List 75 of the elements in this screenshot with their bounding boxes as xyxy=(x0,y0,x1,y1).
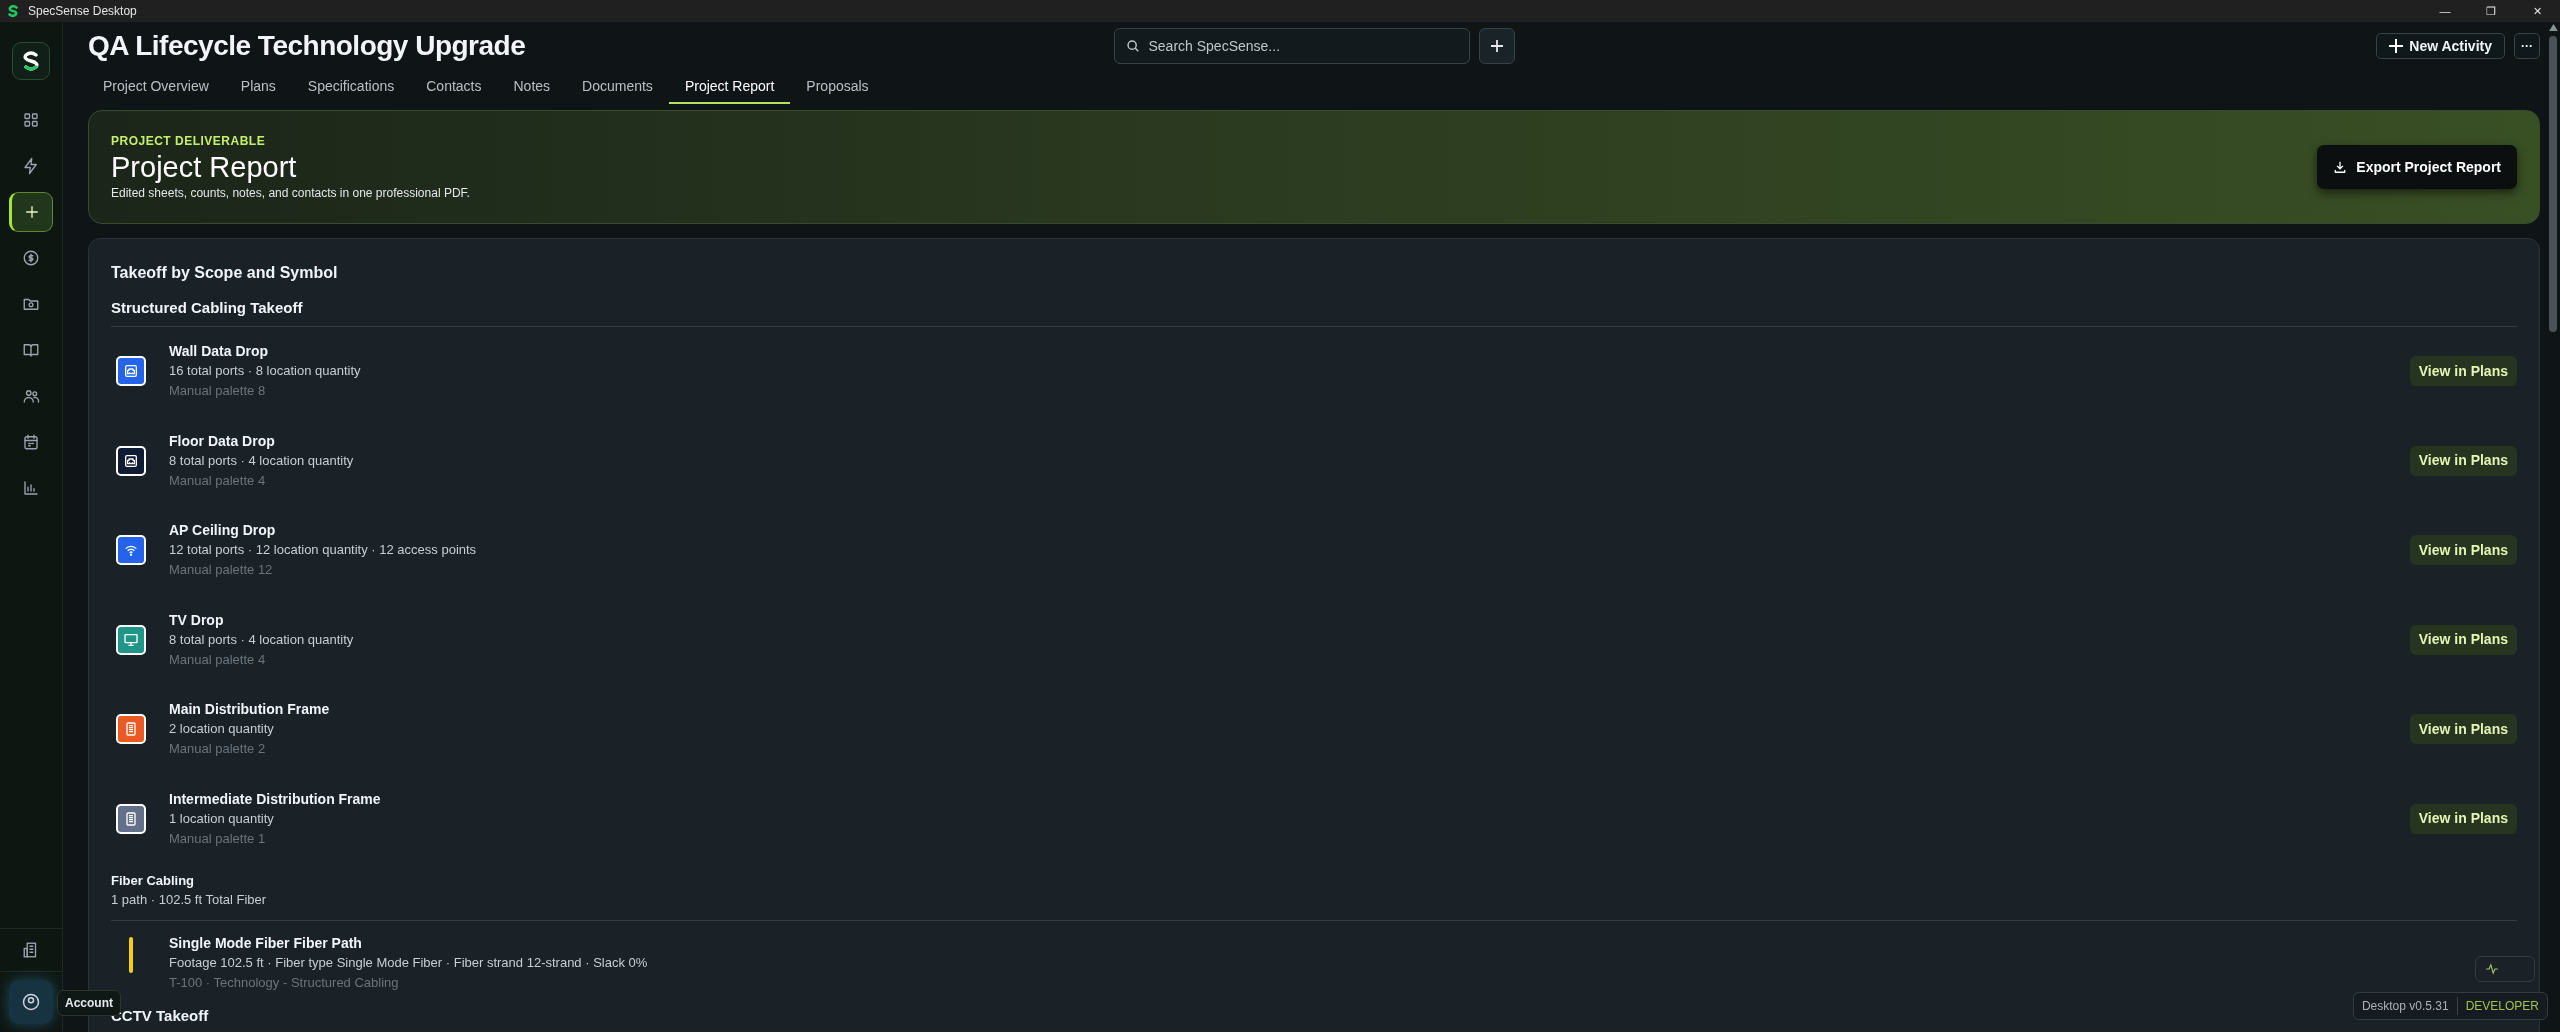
version-label: Desktop v0.5.31 xyxy=(2360,998,2450,1015)
view-in-plans-button[interactable]: View in Plans xyxy=(2409,356,2517,387)
scrollbar-thumb[interactable] xyxy=(2549,36,2557,332)
tab[interactable]: Documents xyxy=(566,70,669,104)
item-details: 8 total ports · 4 location quantity xyxy=(169,451,354,470)
tab[interactable]: Project Overview xyxy=(87,70,225,104)
view-in-plans-button[interactable]: View in Plans xyxy=(2409,714,2517,745)
tab[interactable]: Contacts xyxy=(410,70,498,104)
item-details: 12 total ports · 12 location quantity · 12 access points xyxy=(169,541,477,560)
tab[interactable]: Notes xyxy=(497,70,567,104)
tab[interactable]: Plans xyxy=(224,70,292,104)
banner-subtitle: Edited sheets, counts, notes, and contacts in one professional PDF. xyxy=(111,185,470,202)
scroll-up-arrow-icon[interactable] xyxy=(2548,24,2558,31)
tab[interactable]: Project Report xyxy=(668,70,791,104)
search-icon xyxy=(1125,39,1140,53)
section-title: Structured Cabling Takeoff xyxy=(111,297,2517,327)
dashboard-icon xyxy=(22,111,40,129)
item-meta: Manual palette 8 xyxy=(169,382,267,401)
more-button[interactable]: ··· xyxy=(2514,33,2540,59)
calendar-icon xyxy=(22,433,40,451)
download-icon xyxy=(2333,160,2348,174)
plus-icon xyxy=(1489,39,1504,53)
account-icon xyxy=(21,992,41,1012)
item-name: Main Distribution Frame xyxy=(169,700,330,720)
bar-chart-icon xyxy=(22,479,40,497)
item-details: Footage 102.5 ft · Fiber type Single Mode Fiber · Fiber strand 12-strand · Slack 0% xyxy=(169,953,648,972)
banner-title: Project Report xyxy=(111,150,298,184)
app-title: SpecSense Desktop xyxy=(28,3,137,20)
restore-button[interactable]: ❐ xyxy=(2468,0,2514,22)
activity-button[interactable] xyxy=(2475,956,2535,982)
tab[interactable]: Specifications xyxy=(291,70,411,104)
item-name: Wall Data Drop xyxy=(169,342,270,362)
view-in-plans-button[interactable]: View in Plans xyxy=(2409,445,2517,476)
account-button[interactable] xyxy=(9,980,53,1024)
export-button[interactable]: Export Project Report xyxy=(2317,145,2517,189)
section-title: Fiber Cabling xyxy=(111,871,196,890)
add-button[interactable] xyxy=(1478,28,1515,64)
item-details: 2 location quantity xyxy=(169,720,275,739)
book-icon xyxy=(22,341,40,359)
report-title: Takeoff by Scope and Symbol xyxy=(111,263,339,283)
sidebar-item[interactable] xyxy=(9,192,53,232)
search-field[interactable]: Search SpecSense... xyxy=(1113,28,1470,64)
item-meta: Manual palette 12 xyxy=(169,561,274,580)
banner-eyebrow: PROJECT DELIVERABLE xyxy=(111,133,267,150)
tab[interactable]: Proposals xyxy=(790,70,885,104)
channel-label: DEVELOPER xyxy=(2464,998,2540,1015)
item-meta: Manual palette 4 xyxy=(169,650,267,669)
plus-icon xyxy=(2389,39,2404,53)
pulse-icon xyxy=(2485,962,2499,976)
dollar-icon xyxy=(22,249,40,267)
new-activity-button[interactable]: New Activity xyxy=(2376,33,2505,59)
app-logo-icon xyxy=(6,4,20,18)
logo-icon[interactable] xyxy=(12,42,50,80)
view-in-plans-button[interactable]: View in Plans xyxy=(2409,624,2517,655)
view-in-plans-button[interactable]: View in Plans xyxy=(2409,803,2517,834)
item-name: TV Drop xyxy=(169,610,225,630)
section-summary: 1 path · 102.5 ft Total Fiber xyxy=(111,889,2517,921)
item-details: 16 total ports · 8 location quantity xyxy=(169,362,361,381)
item-name: AP Ceiling Drop xyxy=(169,521,277,541)
plus-icon xyxy=(23,203,41,221)
view-in-plans-button[interactable]: View in Plans xyxy=(2409,535,2517,566)
item-meta: Manual palette 4 xyxy=(169,471,267,490)
people-icon xyxy=(22,387,40,405)
item-name: Floor Data Drop xyxy=(169,431,276,451)
item-meta: Manual palette 2 xyxy=(169,740,267,759)
project-title: QA Lifecycle Technology Upgrade xyxy=(88,29,527,63)
lightning-icon xyxy=(22,157,40,175)
item-details: 1 location quantity xyxy=(169,809,275,828)
item-meta: T-100 · Technology - Structured Cabling xyxy=(169,973,400,992)
close-button[interactable]: ✕ xyxy=(2514,0,2560,22)
item-name: Intermediate Distribution Frame xyxy=(169,789,381,809)
item-name: Single Mode Fiber Fiber Path xyxy=(169,933,363,953)
item-details: 8 total ports · 4 location quantity xyxy=(169,630,354,649)
minimize-button[interactable]: — xyxy=(2422,0,2468,22)
item-meta: Manual palette 1 xyxy=(169,829,267,848)
